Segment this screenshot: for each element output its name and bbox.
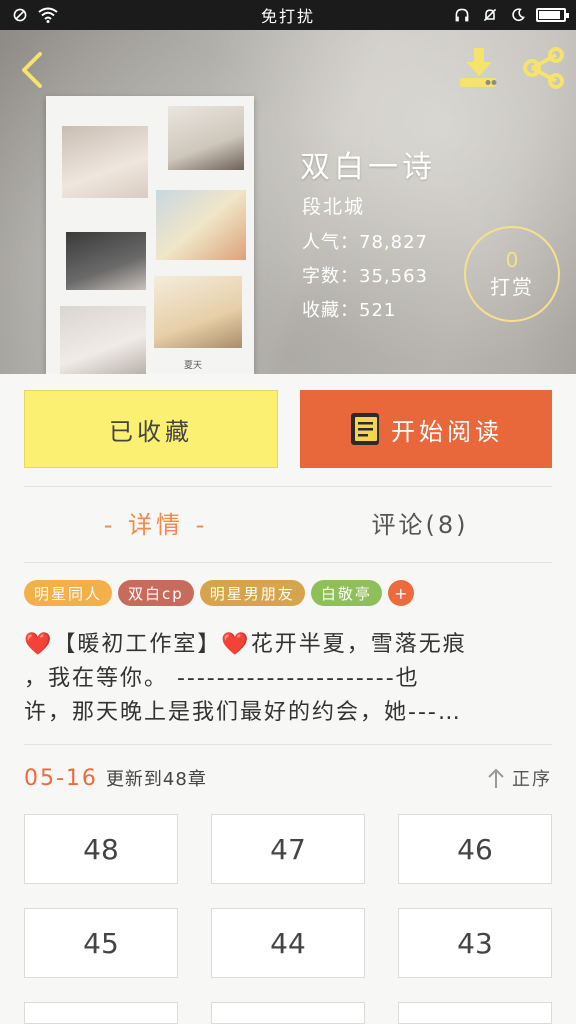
book-cover[interactable]: 夏天 <box>46 96 254 374</box>
chapter-button[interactable]: 47 <box>211 814 365 884</box>
share-icon[interactable] <box>520 46 568 90</box>
mute-bell-icon <box>483 8 497 22</box>
word-count-stat: 字数：35,563 <box>302 266 428 287</box>
cover-photo <box>168 106 244 170</box>
chapter-button[interactable]: 46 <box>398 814 552 884</box>
arrow-up-icon <box>488 768 504 788</box>
tag[interactable]: 白敬亭 <box>310 580 382 606</box>
book-header: 夏天 双白一诗 段北城 人气：78,827 字数：35,563 收藏：521 0… <box>0 30 576 374</box>
start-reading-button[interactable]: 开始阅读 <box>300 390 552 468</box>
book-title: 双白一诗 <box>300 150 436 185</box>
wifi-icon <box>38 7 58 23</box>
description-line: 许，那天晚上是我们最好的约会，她---… <box>24 700 462 725</box>
book-icon <box>351 413 379 445</box>
description-line: ❤️【暖初工作室】❤️花开半夏，雪落无痕 <box>24 632 467 657</box>
collected-button[interactable]: 已收藏 <box>24 390 278 468</box>
chapter-button[interactable] <box>211 1002 365 1024</box>
moon-icon <box>512 8 525 22</box>
book-description[interactable]: ❤️【暖初工作室】❤️花开半夏，雪落无痕 ，我在等你。 ------------… <box>24 628 554 730</box>
cover-photo <box>66 232 146 290</box>
cover-photo <box>60 306 146 374</box>
tag[interactable]: 明星同人 <box>24 580 113 606</box>
divider <box>24 744 552 745</box>
book-author[interactable]: 段北城 <box>302 192 365 219</box>
cover-photo <box>154 276 242 348</box>
sort-order-button[interactable]: 正序 <box>486 765 552 791</box>
tag[interactable]: 双白cp <box>118 580 194 606</box>
divider <box>24 486 552 487</box>
tab-details[interactable]: - 详情 - <box>24 500 288 550</box>
download-icon[interactable] <box>456 46 504 90</box>
reward-label: 打赏 <box>490 274 534 299</box>
chapter-button[interactable] <box>24 1002 178 1024</box>
favorites-stat: 收藏：521 <box>302 300 397 321</box>
cover-caption: 夏天 <box>184 361 203 371</box>
sort-order-label: 正序 <box>512 769 552 790</box>
status-bar: 免打扰 <box>0 0 576 30</box>
tab-comments[interactable]: 评论(8) <box>288 500 552 550</box>
divider <box>24 562 552 563</box>
reward-count: 0 <box>505 247 519 272</box>
headphones-icon <box>455 8 469 22</box>
start-reading-label: 开始阅读 <box>391 417 503 446</box>
tag-list: 明星同人 双白cp 明星男朋友 白敬亭 + <box>24 580 414 606</box>
description-line: ，我在等你。 ----------------------也 <box>24 666 420 691</box>
tag[interactable]: 明星男朋友 <box>199 580 305 606</box>
collected-label: 已收藏 <box>109 417 193 446</box>
back-arrow-icon[interactable] <box>14 50 54 90</box>
chapter-button[interactable]: 44 <box>211 908 365 978</box>
update-text: 更新到48章 <box>105 769 207 790</box>
cover-photo <box>156 190 246 260</box>
chapter-button[interactable] <box>398 1002 552 1024</box>
cover-photo <box>62 126 148 198</box>
update-date: 05-16 <box>24 766 98 791</box>
chapter-button[interactable]: 43 <box>398 908 552 978</box>
reward-button[interactable]: 0 打赏 <box>464 226 560 322</box>
popularity-stat: 人气：78,827 <box>302 232 428 253</box>
more-tags-button[interactable]: + <box>387 580 414 606</box>
update-row: 05-16 更新到48章 正序 <box>24 760 552 796</box>
chapter-button[interactable]: 45 <box>24 908 178 978</box>
chapter-button[interactable]: 48 <box>24 814 178 884</box>
battery-icon <box>536 8 569 22</box>
do-not-disturb-icon <box>13 8 27 22</box>
